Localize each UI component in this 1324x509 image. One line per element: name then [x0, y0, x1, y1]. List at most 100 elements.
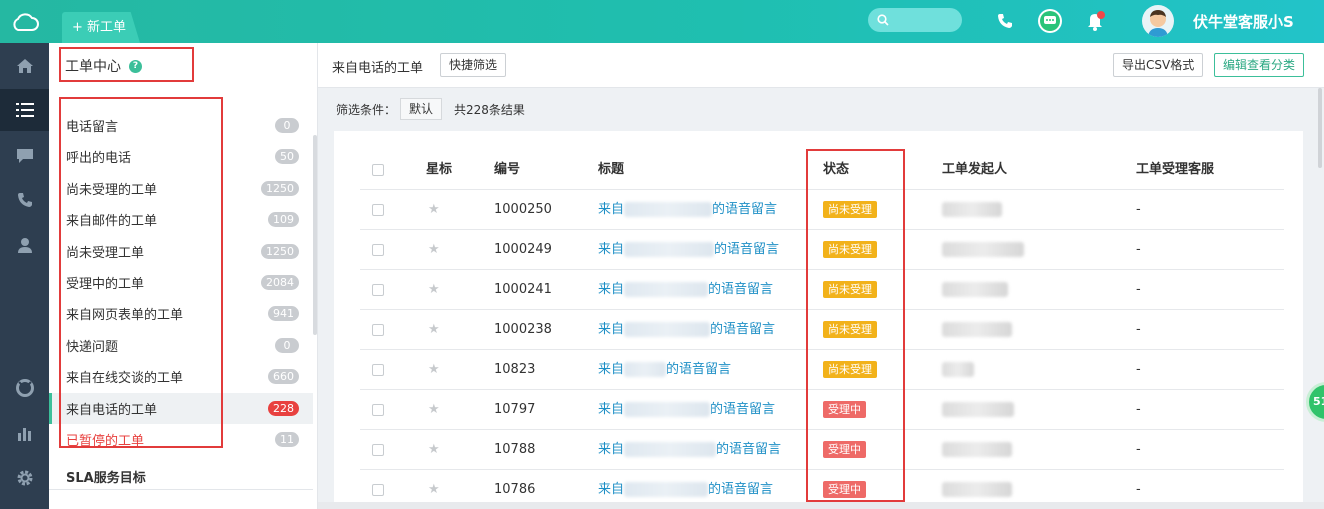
row-checkbox[interactable]	[372, 284, 384, 296]
ticket-title-link[interactable]: 来自 的语音留言	[598, 190, 777, 230]
avatar[interactable]	[1142, 5, 1174, 37]
edit-view-button[interactable]: 编辑查看分类	[1214, 53, 1305, 77]
ticket-title-link[interactable]: 来自 的语音留言	[598, 310, 775, 350]
sidebar-item[interactable]: 受理中的工单 2084	[49, 267, 313, 298]
phone-icon[interactable]	[992, 8, 1018, 34]
new-ticket-button[interactable]: + 新工单	[62, 12, 141, 43]
ticket-title-link[interactable]: 来自 的语音留言	[598, 230, 779, 270]
sidebar-item-count: 50	[275, 149, 299, 165]
table-row[interactable]: ★ 1000238 来自 的语音留言 尚未受理 -	[360, 310, 1284, 350]
sidebar-item-count: 11	[275, 432, 299, 447]
redacted-caller	[624, 482, 709, 497]
star-icon[interactable]: ★	[428, 350, 440, 390]
sidebar-item[interactable]: 电话留言 0	[49, 110, 313, 141]
title-prefix: 来自	[598, 242, 625, 257]
main-scrollbar[interactable]	[1318, 88, 1322, 168]
header-status[interactable]: 状态	[823, 150, 849, 190]
search-input[interactable]	[893, 13, 953, 27]
status-cell: 尚未受理	[823, 190, 877, 230]
export-csv-button[interactable]: 导出CSV格式	[1113, 53, 1204, 77]
header-title[interactable]: 标题	[598, 150, 624, 190]
star-icon[interactable]: ★	[428, 230, 440, 270]
sidebar-item-count: 941	[268, 306, 299, 322]
status-badge: 尚未受理	[823, 321, 877, 338]
ticket-title-link[interactable]: 来自 的语音留言	[598, 350, 731, 390]
row-checkbox[interactable]	[372, 324, 384, 336]
star-icon[interactable]: ★	[428, 270, 440, 310]
star-icon[interactable]: ★	[428, 310, 440, 350]
header-star[interactable]: 星标	[426, 150, 452, 190]
header-assignee[interactable]: 工单受理客服	[1136, 150, 1214, 190]
row-checkbox[interactable]	[372, 204, 384, 216]
phone-icon	[17, 193, 32, 207]
nav-phone[interactable]	[0, 179, 49, 221]
list-icon	[15, 103, 34, 117]
nav-home[interactable]	[0, 45, 49, 87]
nav-settings[interactable]	[0, 457, 49, 499]
status-badge: 尚未受理	[823, 201, 877, 218]
sidebar-item[interactable]: 快递问题 0	[49, 330, 313, 361]
row-checkbox[interactable]	[372, 244, 384, 256]
row-checkbox[interactable]	[372, 364, 384, 376]
ticket-number: 1000250	[494, 202, 552, 217]
sidebar-item[interactable]: 来自邮件的工单 109	[49, 204, 313, 235]
sidebar-item-count: 2084	[261, 275, 299, 290]
sidebar-item-label: 来自邮件的工单	[66, 214, 158, 230]
user-name[interactable]: 伏牛堂客服小S	[1193, 11, 1294, 32]
redacted-requester	[942, 402, 1014, 417]
sidebar-item[interactable]: 尚未受理的工单 1250	[49, 173, 313, 204]
nav-contacts[interactable]	[0, 224, 49, 266]
sidebar-item-label: 来自网页表单的工单	[66, 308, 184, 324]
sidebar-item[interactable]: 尚未受理工单 1250	[49, 236, 313, 267]
nav-tickets[interactable]	[0, 89, 49, 131]
assignee-cell: -	[1136, 242, 1141, 257]
ticket-title-link[interactable]: 来自 的语音留言	[598, 270, 773, 310]
table-row[interactable]: ★ 10823 来自 的语音留言 尚未受理 -	[360, 350, 1284, 390]
table-row[interactable]: ★ 10788 来自 的语音留言 受理中 -	[360, 430, 1284, 470]
status-cell: 尚未受理	[823, 350, 877, 390]
sidebar-item-count: 109	[268, 212, 299, 228]
select-all-checkbox[interactable]	[372, 164, 384, 176]
row-checkbox[interactable]	[372, 444, 384, 456]
sidebar-item[interactable]: 来自在线交谈的工单 660	[49, 361, 313, 392]
sidebar-scrollbar[interactable]	[313, 135, 317, 335]
search-box[interactable]	[868, 8, 962, 32]
header-number[interactable]: 编号	[494, 150, 520, 190]
requester-cell	[942, 390, 1014, 430]
row-checkbox[interactable]	[372, 484, 384, 496]
table-row[interactable]: ★ 1000250 来自 的语音留言 尚未受理 -	[360, 190, 1284, 230]
row-checkbox[interactable]	[372, 404, 384, 416]
star-icon[interactable]: ★	[428, 390, 440, 430]
main-header: 来自电话的工单 快捷筛选 导出CSV格式 编辑查看分类	[318, 43, 1324, 88]
table-row[interactable]: ★ 1000241 来自 的语音留言 尚未受理 -	[360, 270, 1284, 310]
nav-reports[interactable]	[0, 412, 49, 454]
chat-icon[interactable]	[1037, 8, 1063, 34]
redacted-caller	[624, 362, 667, 377]
sidebar-item-label: 尚未受理的工单	[66, 182, 158, 198]
sidebar-item[interactable]: 呼出的电话 50	[49, 141, 313, 172]
title-suffix: 的语音留言	[666, 362, 732, 377]
table-row[interactable]: ★ 10797 来自 的语音留言 受理中 -	[360, 390, 1284, 430]
sidebar-item-count: 660	[268, 369, 299, 385]
table-row[interactable]: ★ 1000249 来自 的语音留言 尚未受理 -	[360, 230, 1284, 270]
star-icon[interactable]: ★	[428, 190, 440, 230]
bell-icon[interactable]	[1083, 8, 1109, 34]
ticket-title-link[interactable]: 来自 的语音留言	[598, 390, 775, 430]
header-requester[interactable]: 工单发起人	[942, 150, 1007, 190]
sidebar-item[interactable]: 来自电话的工单 228	[49, 392, 313, 424]
nav-chat[interactable]	[0, 135, 49, 177]
star-icon[interactable]: ★	[428, 430, 440, 470]
filter-default-tag[interactable]: 默认	[400, 98, 443, 120]
help-icon[interactable]: ?	[129, 59, 142, 73]
sidebar-item[interactable]: 来自网页表单的工单 941	[49, 298, 313, 329]
quick-filter-button[interactable]: 快捷筛选	[440, 53, 507, 77]
nav-help[interactable]	[0, 367, 49, 409]
sidebar-item[interactable]: 已暂停的工单 11	[49, 424, 313, 455]
ticket-title-link[interactable]: 来自 的语音留言	[598, 430, 781, 470]
left-nav	[0, 43, 49, 509]
sla-section-title[interactable]: SLA服务目标	[66, 467, 146, 486]
ticket-number: 1000249	[494, 242, 552, 257]
redacted-requester	[942, 282, 1008, 297]
redacted-caller	[624, 442, 717, 457]
cloud-logo-icon[interactable]	[0, 0, 50, 43]
